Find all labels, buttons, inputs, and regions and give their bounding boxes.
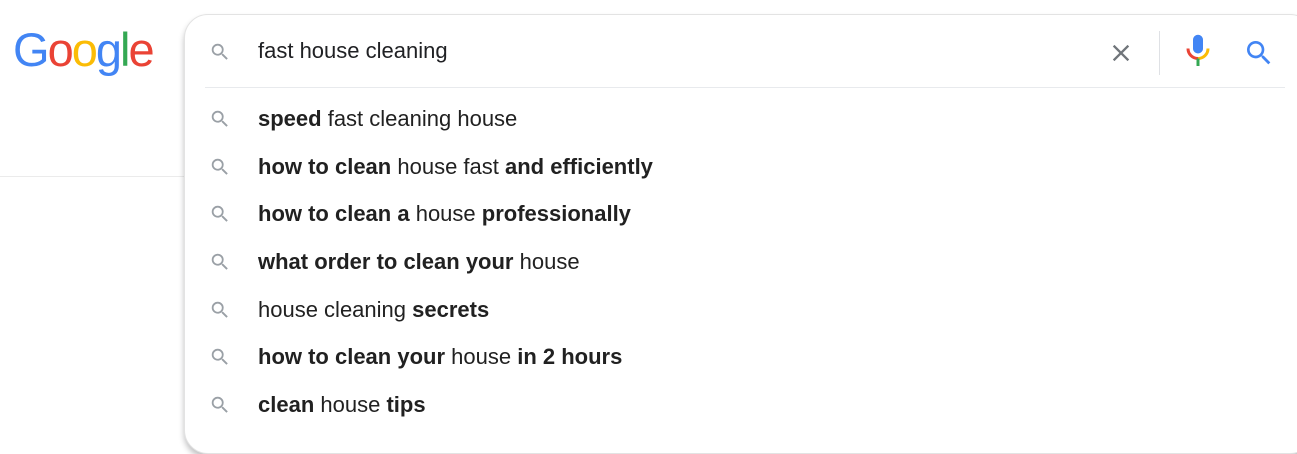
search-icon [211,349,228,366]
suggestion-item[interactable]: what order to clean your house [185,238,1297,286]
search-icon [211,301,228,318]
suggestion-bold-segment: how to clean your [258,344,446,370]
suggestion-segment: fast cleaning house [321,106,518,131]
suggestion-bold-segment: clean [258,392,315,418]
logo-letter: g [95,23,122,76]
suggestion-bold-segment: how to clean a [258,201,410,227]
suggestion-item[interactable]: how to clean house fast and efficiently [185,143,1297,191]
logo-letter: e [128,23,154,76]
search-row: fast house cleaning [185,15,1297,87]
suggestion-bold-segment: what order to clean your [258,249,514,275]
suggestion-text: how to clean your house in 2 hours [258,343,622,371]
suggestion-segment: house fast [391,153,505,179]
search-icon [211,158,228,175]
logo-letter: o [47,23,74,76]
close-icon[interactable] [1107,39,1135,67]
search-input[interactable]: fast house cleaning [258,37,448,65]
suggestion-bold-segment: secrets [412,296,490,322]
suggestion-bold-segment: and efficiently [505,153,653,179]
search-icon [211,206,228,223]
search-submit-icon[interactable] [1243,37,1275,69]
search-icon [211,43,228,60]
suggestion-bold-segment: tips [386,392,426,418]
suggestion-item[interactable]: how to clean a house professionally [185,190,1297,238]
search-box[interactable]: fast house cleaning speed fast cleaning … [184,14,1297,454]
suggestion-bold-segment: professionally [481,201,631,227]
suggestion-segment: house [445,344,518,370]
search-icon [211,253,228,270]
suggestion-list: speed fast cleaning house how to clean ho… [185,95,1297,429]
google-logo[interactable]: Google [13,22,155,78]
suggestion-bold-segment: how to clean [258,153,392,179]
suggestion-text: what order to clean your house [258,248,580,276]
suggestion-item[interactable]: clean house tips [185,381,1297,429]
suggestion-divider [205,87,1285,88]
search-icon [211,110,228,127]
logo-letter: G [13,23,50,76]
suggestion-text: speed fast cleaning house [258,105,517,133]
suggestion-segment: house cleaning [258,296,413,322]
suggestion-item[interactable]: house cleaning secrets [185,286,1297,334]
logo-letter: o [71,23,98,76]
suggestion-bold-segment: speed [258,106,322,131]
suggestion-bold-segment: in 2 hours [517,344,623,370]
suggestion-item[interactable]: speed fast cleaning house [185,95,1297,143]
suggestion-text: house cleaning secrets [258,296,489,324]
header-divider [0,176,184,177]
search-icon [211,396,228,413]
suggestion-text: how to clean a house professionally [258,200,631,228]
button-divider [1159,31,1160,75]
suggestion-segment: house [314,392,387,418]
suggestion-item[interactable]: how to clean your house in 2 hours [185,333,1297,381]
microphone-icon[interactable] [1183,33,1213,69]
suggestion-text: clean house tips [258,391,426,419]
logo-letter: l [119,23,131,76]
suggestion-segment: house [409,201,482,227]
suggestion-segment: house [513,249,580,275]
suggestion-text: how to clean house fast and efficiently [258,153,653,181]
